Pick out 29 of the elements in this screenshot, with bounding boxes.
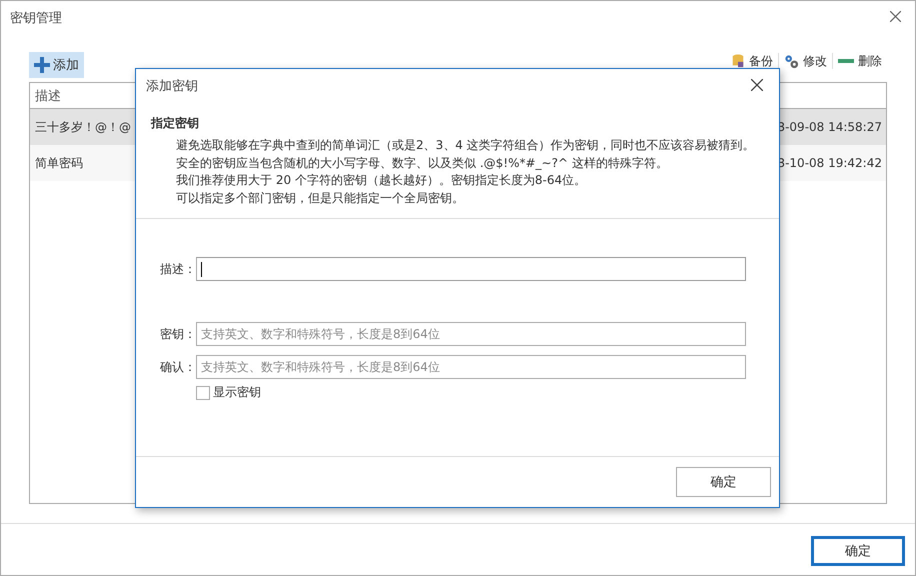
table-cell-text: 3-09-08 14:58:27 xyxy=(777,120,883,134)
table-cell-text: 简单密码 xyxy=(34,154,83,172)
plus-icon xyxy=(34,56,50,72)
instruction-text: 安全的密钥应当包含随机的大小写字母、数字、以及类似 .@$!%*#_~?^ 这样的特殊字符。 xyxy=(175,154,669,172)
instruction-text: 避免选取能够在字典中查到的简单词汇（或是2、3、4 这类字符组合）作为密钥，同时也不应该容易被猜到。 xyxy=(175,137,756,154)
table-cell-text: 3-10-08 19:42:42 xyxy=(777,156,883,170)
input-field[interactable]: 支持英文、数字和特殊符号，长度是8到64位 xyxy=(196,322,746,346)
instruction-text: 可以指定多个部门密钥，但是只能指定一个全局密钥。 xyxy=(175,190,465,206)
table-cell-text: 三十多岁！@！@ xyxy=(34,118,131,136)
section-heading: 指定密钥 xyxy=(151,115,200,132)
input-field[interactable] xyxy=(196,257,746,281)
field-label: 确认： xyxy=(159,358,196,376)
database-icon xyxy=(731,54,745,68)
close-icon[interactable] xyxy=(890,11,901,22)
close-icon[interactable] xyxy=(751,79,763,91)
input-field[interactable]: 支持英文、数字和特殊符号，长度是8到64位 xyxy=(196,355,746,379)
dialog-title: 添加密钥 xyxy=(146,78,198,95)
show-key-checkbox[interactable]: 显示密钥 xyxy=(196,384,261,401)
edit-button[interactable]: 修改 xyxy=(779,53,832,69)
delete-button[interactable]: 删除 xyxy=(833,53,887,69)
confirm-button[interactable]: 确定 xyxy=(676,467,771,497)
add-button[interactable]: 添加 xyxy=(29,52,84,78)
field-label: 描述： xyxy=(159,260,196,278)
field-label: 密钥： xyxy=(159,326,196,342)
gears-icon xyxy=(784,54,799,68)
window-title: 密钥管理 xyxy=(10,10,62,27)
minus-icon xyxy=(838,59,854,63)
instruction-text: 我们推荐使用大于 20 个字符的密钥（越长越好）。密钥指定长度为8-64位。 xyxy=(175,172,588,189)
confirm-button[interactable]: 确定 xyxy=(811,536,905,566)
